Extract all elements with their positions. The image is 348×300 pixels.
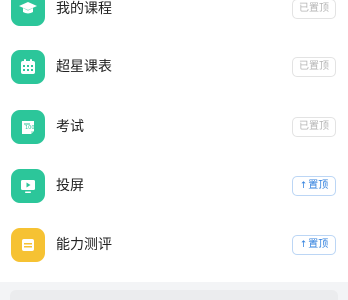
pin-label: 置顶 — [308, 180, 329, 191]
arrow-up-icon: ↑ — [299, 181, 308, 191]
pin-to-top-button[interactable]: ↑ 置顶 — [292, 235, 336, 255]
pinned-button[interactable]: 已置顶 — [292, 57, 336, 77]
pin-label: 已置顶 — [299, 61, 329, 72]
pinned-button[interactable]: 已置顶 — [292, 0, 336, 19]
bottom-card-edge — [10, 290, 338, 300]
arrow-up-icon: ↑ — [299, 240, 308, 250]
list-item-exam[interactable]: 100 考试 已置顶 — [0, 98, 348, 156]
item-label: 我的课程 — [56, 1, 112, 17]
list-item-ability-assessment[interactable]: 能力测评 ↑ 置顶 — [0, 216, 348, 274]
list-item-screen-cast[interactable]: 投屏 ↑ 置顶 — [0, 157, 348, 215]
pin-label: 置顶 — [308, 239, 329, 250]
pin-label: 已置顶 — [299, 3, 329, 14]
assessment-icon — [11, 228, 45, 262]
graduation-cap-icon — [11, 0, 45, 26]
pin-label: 已置顶 — [299, 121, 329, 132]
item-label: 超星课表 — [56, 59, 112, 75]
svg-text:100: 100 — [25, 125, 35, 131]
item-label: 考试 — [56, 119, 84, 135]
item-label: 投屏 — [56, 178, 84, 194]
pin-to-top-button[interactable]: ↑ 置顶 — [292, 176, 336, 196]
list-item-chaoxing-schedule[interactable]: 超星课表 已置顶 — [0, 38, 348, 96]
list-item-my-courses[interactable]: 我的课程 已置顶 — [0, 0, 348, 38]
pinned-button[interactable]: 已置顶 — [292, 117, 336, 137]
item-label: 能力测评 — [56, 237, 112, 253]
calendar-icon — [11, 50, 45, 84]
screen-cast-icon — [11, 169, 45, 203]
exam-paper-icon: 100 — [11, 110, 45, 144]
